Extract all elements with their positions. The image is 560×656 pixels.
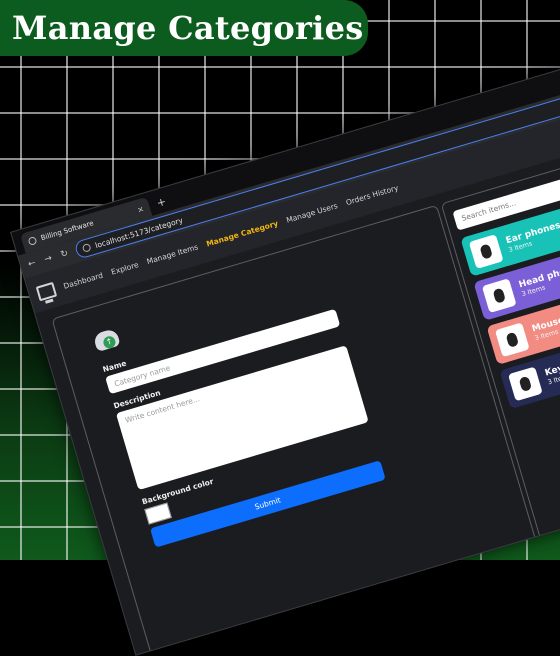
banner-title: Manage Categories xyxy=(12,9,364,47)
title-banner: Manage Categories xyxy=(0,0,368,56)
logo-icon[interactable] xyxy=(35,281,58,301)
nav-manage-users[interactable]: Manage Users xyxy=(285,201,339,225)
category-image xyxy=(494,322,530,358)
category-image xyxy=(507,366,543,402)
category-image xyxy=(481,278,517,314)
forward-icon[interactable]: → xyxy=(42,253,54,265)
new-tab-button[interactable]: + xyxy=(155,195,168,210)
nav-orders-history[interactable]: Orders History xyxy=(345,183,400,207)
reload-icon[interactable]: ↻ xyxy=(58,248,70,261)
close-icon[interactable]: × xyxy=(136,204,145,215)
globe-icon xyxy=(27,236,38,246)
back-icon[interactable]: ← xyxy=(26,258,38,270)
upload-cloud-icon[interactable] xyxy=(92,327,121,353)
nav-dashboard[interactable]: Dashboard xyxy=(62,270,104,290)
nav-explore[interactable]: Explore xyxy=(110,260,140,277)
nav-manage-items[interactable]: Manage Items xyxy=(146,242,200,266)
color-picker[interactable] xyxy=(144,502,172,525)
site-info-icon[interactable] xyxy=(81,242,92,253)
category-image xyxy=(468,234,504,269)
